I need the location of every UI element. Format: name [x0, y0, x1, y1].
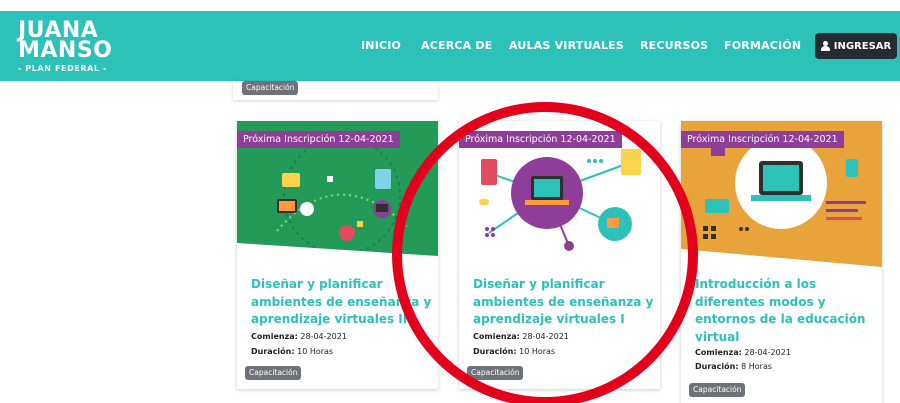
start-value: 28-04-2021 [522, 332, 569, 341]
duration-label: Duración: [251, 347, 295, 356]
page: JUANA MANSO - PLAN FEDERAL - INICIO ACER… [0, 0, 900, 403]
category-tag[interactable]: Capacitación [689, 383, 746, 397]
category-tag[interactable]: Capacitación [245, 366, 302, 380]
start-date: Comienza: 28-04-2021 [695, 348, 791, 357]
site-header: JUANA MANSO - PLAN FEDERAL - INICIO ACER… [0, 11, 900, 81]
title-line: ambientes de enseñanza y [251, 294, 432, 309]
title-line: virtual [695, 329, 740, 344]
course-card-previous[interactable]: Capacitación [233, 81, 438, 100]
duration: Duración: 8 Horas [695, 362, 772, 371]
title-line: aprendizaje virtuales I [473, 312, 625, 326]
title-line: ambientes de enseñanza y [473, 294, 654, 309]
login-button[interactable]: INGRESAR [815, 33, 897, 59]
start-value: 28-04-2021 [300, 332, 347, 341]
duration-value: 10 Horas [297, 347, 334, 356]
course-card-2[interactable]: Próxima Inscripción 12-04-2021 Diseñar y… [459, 121, 660, 389]
juana-manso-logo[interactable]: JUANA MANSO - PLAN FEDERAL - [18, 20, 116, 74]
start-label: Comienza: [695, 348, 742, 357]
start-date: Comienza: 28-04-2021 [473, 332, 569, 341]
duration-value: 8 Horas [741, 362, 773, 371]
title-line: diferentes modos y [695, 294, 826, 309]
start-label: Comienza: [473, 332, 520, 341]
course-card-1[interactable]: Próxima Inscripción 12-04-2021 Diseñar y… [237, 121, 438, 389]
next-enrollment-ribbon: Próxima Inscripción 12-04-2021 [237, 131, 400, 148]
login-label: INGRESAR [833, 40, 892, 52]
duration: Duración: 10 Horas [251, 347, 333, 356]
logo-subtitle: - PLAN FEDERAL - [18, 64, 107, 73]
course-card-3[interactable]: Próxima Inscripción 12-04-2021 Introducc… [681, 121, 882, 403]
nav-item-formacion[interactable]: FORMACIÓN [724, 39, 801, 52]
course-title[interactable]: Introducción a los diferentes modos y en… [695, 276, 882, 346]
title-line: Diseñar y planificar [473, 277, 605, 291]
duration: Duración: 10 Horas [473, 347, 555, 356]
next-enrollment-ribbon: Próxima Inscripción 12-04-2021 [681, 131, 844, 148]
start-label: Comienza: [251, 332, 298, 341]
title-line: entornos de la educación [695, 312, 866, 326]
logo-line-2: MANSO [18, 38, 113, 63]
duration-label: Duración: [695, 362, 739, 371]
start-date: Comienza: 28-04-2021 [251, 332, 347, 341]
duration-value: 10 Horas [519, 347, 556, 356]
category-tag[interactable]: Capacitación [242, 81, 299, 95]
title-line: Diseñar y planificar [251, 277, 383, 291]
title-line: Introducción a los [695, 277, 817, 291]
course-title[interactable]: Diseñar y planificar ambientes de enseña… [473, 276, 660, 329]
duration-label: Duración: [473, 347, 517, 356]
nav-item-inicio[interactable]: INICIO [361, 39, 401, 52]
course-title[interactable]: Diseñar y planificar ambientes de enseña… [251, 276, 438, 329]
nav-item-recursos[interactable]: RECURSOS [640, 39, 708, 52]
user-icon [820, 41, 830, 51]
category-tag[interactable]: Capacitación [467, 366, 524, 380]
nav-item-aulas-virtuales[interactable]: AULAS VIRTUALES [509, 39, 624, 52]
start-value: 28-04-2021 [744, 348, 791, 357]
next-enrollment-ribbon: Próxima Inscripción 12-04-2021 [459, 131, 622, 148]
nav-item-acerca-de[interactable]: ACERCA DE [421, 39, 492, 52]
title-line: aprendizaje virtuales II [251, 312, 408, 326]
